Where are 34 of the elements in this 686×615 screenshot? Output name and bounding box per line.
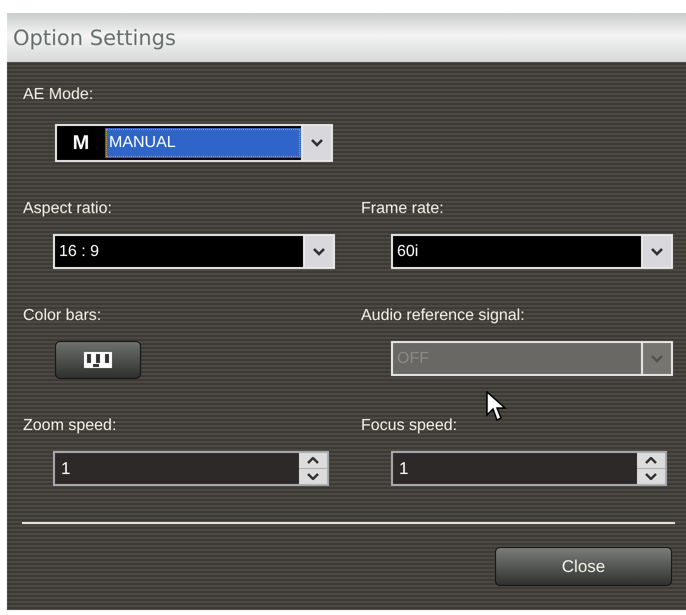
dropdown-value: 60i xyxy=(396,242,420,262)
number-spinner[interactable]: 1 xyxy=(391,451,667,486)
number-spinner[interactable]: 1 xyxy=(53,451,329,486)
mouse-cursor-icon xyxy=(486,391,508,423)
dropdown[interactable]: M MANUAL xyxy=(55,124,333,162)
field-label: Color bars: xyxy=(23,307,102,325)
chevron-down-icon xyxy=(313,248,325,256)
field-label: AE Mode: xyxy=(23,86,94,104)
dropdown[interactable]: 16 : 9 xyxy=(53,234,335,269)
dropdown-arrow-button[interactable] xyxy=(301,126,331,160)
chevron-down-icon xyxy=(311,139,323,147)
field-label: Frame rate: xyxy=(361,200,444,218)
field-label: Audio reference signal: xyxy=(361,307,525,325)
spinner-value: 1 xyxy=(398,458,410,480)
color-bars-icon xyxy=(84,352,112,368)
increment-button[interactable] xyxy=(299,453,327,468)
color-bars-button[interactable] xyxy=(55,341,141,379)
spinner-value: 1 xyxy=(60,458,72,480)
decrement-button[interactable] xyxy=(299,469,327,484)
dropdown[interactable]: 60i xyxy=(391,234,673,269)
dropdown-arrow-button[interactable] xyxy=(303,236,333,267)
close-button[interactable]: Close xyxy=(495,547,672,586)
decrement-button[interactable] xyxy=(637,469,665,484)
field-label: Zoom speed: xyxy=(23,417,116,435)
field-label: Focus speed: xyxy=(361,417,458,435)
dropdown-value: MANUAL xyxy=(105,128,301,158)
dropdown-arrow-button[interactable] xyxy=(641,236,671,267)
field-label: Aspect ratio: xyxy=(23,200,112,218)
window-title: Option Settings xyxy=(7,13,686,62)
increment-button[interactable] xyxy=(637,453,665,468)
dropdown-value: 16 : 9 xyxy=(58,242,100,262)
chevron-down-icon xyxy=(651,354,663,362)
chevron-down-icon xyxy=(651,248,663,256)
mode-letter: M xyxy=(72,130,90,156)
